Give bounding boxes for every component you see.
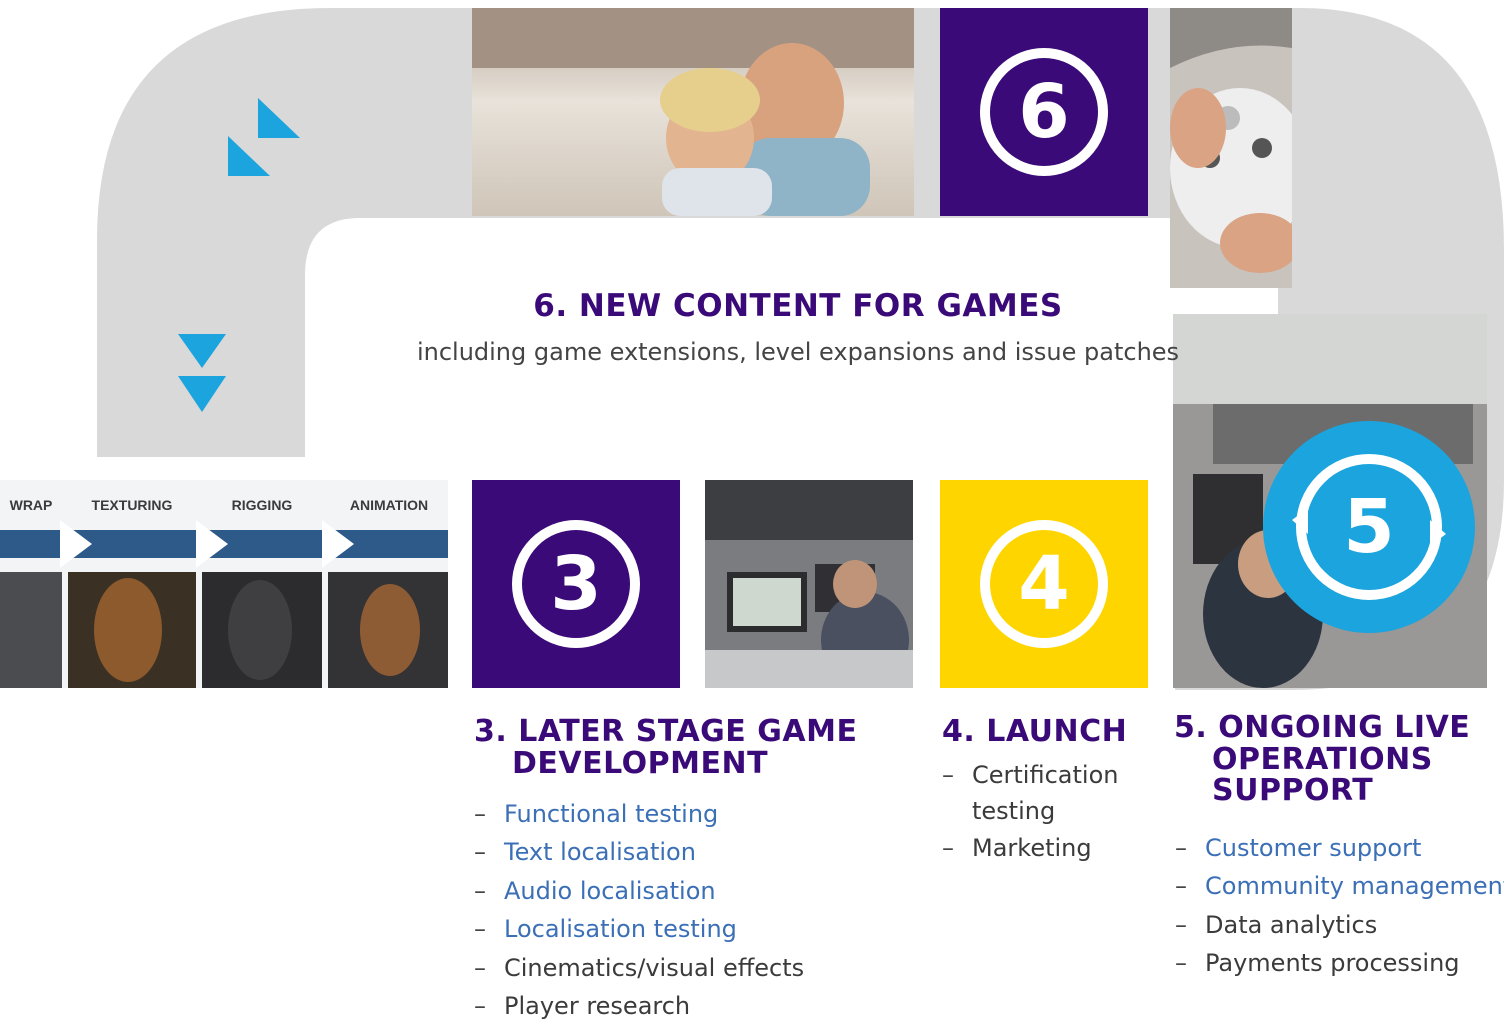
double-arrow-down-icon [178,334,226,412]
list-item: Payments processing [1173,944,1503,983]
pipeline-label-rigging: RIGGING [231,497,293,513]
stage-6-number: 6 [980,48,1108,176]
list-item: Marketing [940,829,1130,868]
list-item[interactable]: Text localisation [472,833,892,872]
stage-6-tile: 6 [940,8,1148,216]
stage-6-subtitle: including game extensions, level expansi… [416,338,1180,366]
stage-5-heading-line1: 5. ONGOING LIVE [1174,710,1471,745]
pipeline-label-wrap: WRAP [9,497,53,513]
list-item[interactable]: Community management [1173,867,1504,906]
family-gaming-photo [472,8,914,216]
pipeline-label-texturing: TEXTURING [91,497,173,513]
list-item[interactable]: Audio localisation [472,872,892,911]
list-item[interactable]: Localisation testing [472,910,892,949]
stage-3-list: Functional testing Text localisation Aud… [472,795,892,1025]
list-item: Player research [472,987,892,1025]
list-item: Cinematics/visual effects [472,949,892,988]
stage-4-tile: 4 [940,480,1148,688]
stage-4-heading: 4. LAUNCH [942,714,1128,749]
list-item: Data analytics [1173,906,1503,945]
list-item[interactable]: Customer support [1173,829,1503,868]
stage-3-number: 3 [512,520,640,648]
stage-4-number: 4 [980,520,1108,648]
list-item[interactable]: Functional testing [472,795,892,834]
double-arrow-up-right-icon [228,98,300,176]
stage-3-heading: 3. LATER STAGE GAME DEVELOPMENT [474,714,894,782]
stage-6-heading: 6. NEW CONTENT FOR GAMES [533,288,1063,324]
dev-office-photo [705,480,913,688]
stage-4-list: Certification testing Marketing [940,757,1130,868]
stage-5-heading-line3: SUPPORT [1212,773,1374,808]
stage-5-number: 5 [1343,484,1395,570]
list-item: Certification testing [940,757,1130,829]
pipeline-label-animation: ANIMATION [349,497,429,513]
stage-3-tile: 3 [472,480,680,688]
stage-5-list: Customer support Community management Da… [1173,829,1504,983]
stage-5-heading: 5. ONGOING LIVE OPERATIONS SUPPORT [1174,712,1504,807]
stage-5-heading-line2: OPERATIONS [1212,741,1433,777]
stage-3-heading-line2: DEVELOPMENT [512,746,769,782]
stage-3-heading-line1: 3. LATER STAGE GAME [474,714,858,749]
controller-photo [1170,8,1292,288]
